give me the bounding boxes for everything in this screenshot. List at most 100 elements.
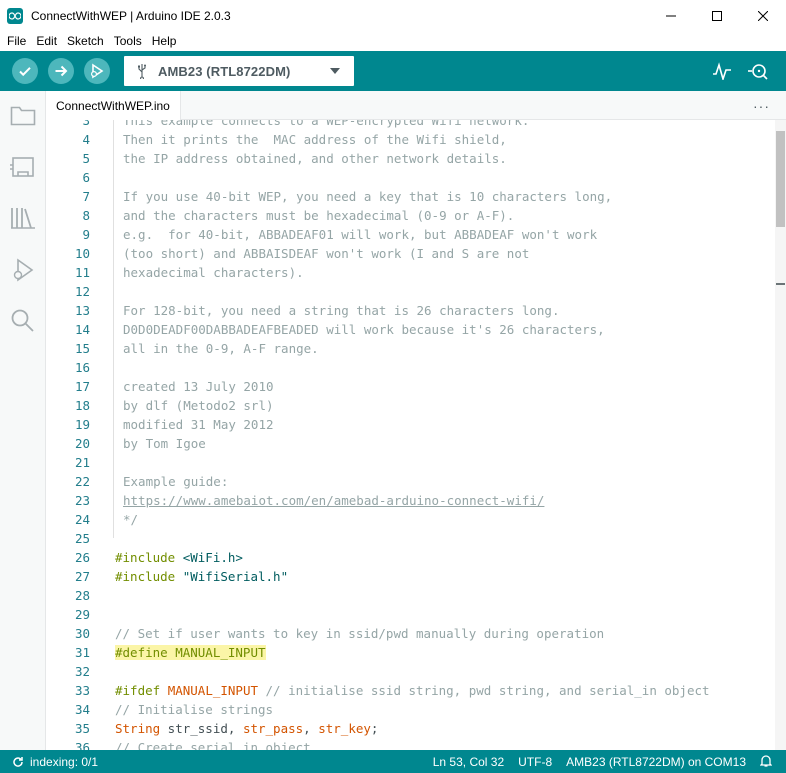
code-line[interactable]: 6 — [46, 168, 776, 187]
code-text: and the characters must be hexadecimal (… — [123, 206, 514, 225]
code-token: Example guide: — [123, 474, 229, 489]
code-token: by Tom Igoe — [123, 436, 206, 451]
more-options-icon[interactable]: ··· — [753, 98, 770, 114]
code-token: // initialise ssid string, pwd string, a… — [258, 683, 710, 698]
debug-icon[interactable] — [10, 257, 36, 283]
line-number: 6 — [82, 170, 90, 185]
code-token: #ifdef — [115, 683, 168, 698]
code-token: D0D0DEADF00DABBADEAFBEADED will work bec… — [123, 322, 605, 337]
board-selector[interactable]: AMB23 (RTL8722DM) — [124, 56, 354, 86]
code-line[interactable]: 7 If you use 40-bit WEP, you need a key t… — [46, 187, 776, 206]
code-line[interactable]: 4 Then it prints the MAC address of the W… — [46, 130, 776, 149]
minimize-button[interactable] — [648, 0, 694, 31]
code-line[interactable]: 5 the IP address obtained, and other netw… — [46, 149, 776, 168]
close-button[interactable] — [740, 0, 786, 31]
line-number: 3 — [82, 120, 90, 128]
line-number: 29 — [74, 607, 90, 622]
code-line[interactable]: 14 D0D0DEADF00DABBADEAFBEADED will work b… — [46, 320, 776, 339]
code-line[interactable]: 32 — [46, 662, 776, 681]
search-icon[interactable] — [10, 308, 36, 334]
code-line[interactable]: 29 — [46, 605, 776, 624]
code-line[interactable]: 11 hexadecimal characters). — [46, 263, 776, 282]
code-line[interactable]: 31 #define MANUAL_INPUT — [46, 643, 776, 662]
code-line[interactable]: 33 #ifdef MANUAL_INPUT // initialise ssid… — [46, 681, 776, 700]
maximize-button[interactable] — [694, 0, 740, 31]
code-token: created 13 July 2010 — [123, 379, 274, 394]
boards-manager-icon[interactable] — [10, 154, 36, 180]
upload-button[interactable] — [48, 58, 74, 84]
code-line[interactable]: 18 by dlf (Metodo2 srl) — [46, 396, 776, 415]
code-line[interactable]: 3 This example connects to a WEP-encrypte… — [46, 120, 776, 130]
tab-connectwithwep[interactable]: ConnectWithWEP.ino — [46, 91, 181, 120]
code-line[interactable]: 36 // Create serial_in object — [46, 738, 776, 750]
code-line[interactable]: 16 — [46, 358, 776, 377]
code-token: "WifiSerial.h" — [182, 569, 289, 584]
code-line[interactable]: 26 #include <WiFi.h> — [46, 548, 776, 567]
board-port-status[interactable]: AMB23 (RTL8722DM) on COM13 — [566, 755, 746, 769]
code-editor[interactable]: 3 This example connects to a WEP-encrypte… — [46, 120, 786, 750]
code-line[interactable]: 28 — [46, 586, 776, 605]
code-line[interactable]: 34 // Initialise strings — [46, 700, 776, 719]
code-token: by dlf (Metodo2 srl) — [123, 398, 274, 413]
code-line[interactable]: 19 modified 31 May 2012 — [46, 415, 776, 434]
code-line[interactable]: 25 — [46, 529, 776, 548]
code-text: by Tom Igoe — [123, 434, 206, 453]
scrollbar-thumb[interactable] — [776, 131, 785, 227]
code-token: // Initialise strings — [115, 702, 274, 717]
code-line[interactable]: 20 by Tom Igoe — [46, 434, 776, 453]
code-token: Then it prints the MAC address of the Wi… — [123, 132, 507, 147]
code-text: created 13 July 2010 — [123, 377, 274, 396]
code-line[interactable]: 12 — [46, 282, 776, 301]
menu-tools[interactable]: Tools — [109, 31, 147, 51]
code-text: the IP address obtained, and other netwo… — [123, 149, 507, 168]
chevron-down-icon — [330, 68, 340, 74]
menu-file[interactable]: File — [2, 31, 31, 51]
status-bar: indexing: 0/1 Ln 53, Col 32 UTF-8 AMB23 … — [0, 750, 786, 773]
code-line[interactable]: 10 (too short) and ABBAISDEAF won't work … — [46, 244, 776, 263]
code-line[interactable]: 27 #include "WifiSerial.h" — [46, 567, 776, 586]
code-line[interactable]: 17 created 13 July 2010 — [46, 377, 776, 396]
menu-help[interactable]: Help — [147, 31, 182, 51]
encoding[interactable]: UTF-8 — [518, 755, 552, 769]
sync-icon — [13, 756, 23, 767]
cursor-position[interactable]: Ln 53, Col 32 — [433, 755, 504, 769]
code-text: hexadecimal characters). — [123, 263, 304, 282]
code-line[interactable]: 13 For 128-bit, you need a string that is… — [46, 301, 776, 320]
code-line[interactable]: 22 Example guide: — [46, 472, 776, 491]
menu-edit[interactable]: Edit — [31, 31, 62, 51]
code-token: This example connects to a WEP-encrypted… — [123, 120, 530, 128]
code-text: For 128-bit, you need a string that is 2… — [123, 301, 560, 320]
code-line[interactable]: 9 e.g. for 40-bit, ABBADEAF01 will work, … — [46, 225, 776, 244]
line-number: 31 — [74, 645, 90, 660]
folder-icon[interactable] — [10, 103, 36, 129]
scrollbar-cursor-marker — [776, 283, 785, 285]
code-line[interactable]: 15 all in the 0-9, A-F range. — [46, 339, 776, 358]
line-number: 36 — [74, 740, 90, 750]
code-text: e.g. for 40-bit, ABBADEAF01 will work, b… — [123, 225, 597, 244]
menu-sketch[interactable]: Sketch — [62, 31, 109, 51]
code-line[interactable]: 23 https://www.amebaiot.com/en/amebad-ard… — [46, 491, 776, 510]
arrow-right-icon — [55, 65, 68, 77]
code-line[interactable]: 24 */ — [46, 510, 776, 529]
code-token: For 128-bit, you need a string that is 2… — [123, 303, 560, 318]
serial-plotter-button[interactable] — [712, 62, 732, 83]
verify-button[interactable] — [12, 58, 38, 84]
code-line[interactable]: 30 // Set if user wants to key in ssid/pw… — [46, 624, 776, 643]
bell-icon[interactable] — [759, 754, 773, 770]
code-text: by dlf (Metodo2 srl) — [123, 396, 274, 415]
serial-monitor-button[interactable] — [747, 61, 769, 84]
code-text: (too short) and ABBAISDEAF won't work (I… — [123, 244, 529, 263]
library-icon[interactable] — [10, 205, 36, 231]
code-line[interactable]: 35 String str_ssid, str_pass, str_key; — [46, 719, 776, 738]
code-line[interactable]: 8 and the characters must be hexadecimal … — [46, 206, 776, 225]
line-number: 4 — [82, 132, 90, 147]
code-line[interactable]: 21 — [46, 453, 776, 472]
debug-button[interactable] — [84, 58, 110, 84]
code-token: MANUAL_INPUT — [167, 683, 258, 698]
serial-monitor-icon — [748, 64, 768, 80]
minimize-icon — [666, 15, 676, 16]
activity-bar — [0, 91, 46, 750]
line-number: 28 — [74, 588, 90, 603]
line-number: 24 — [74, 512, 90, 527]
line-number: 33 — [74, 683, 90, 698]
